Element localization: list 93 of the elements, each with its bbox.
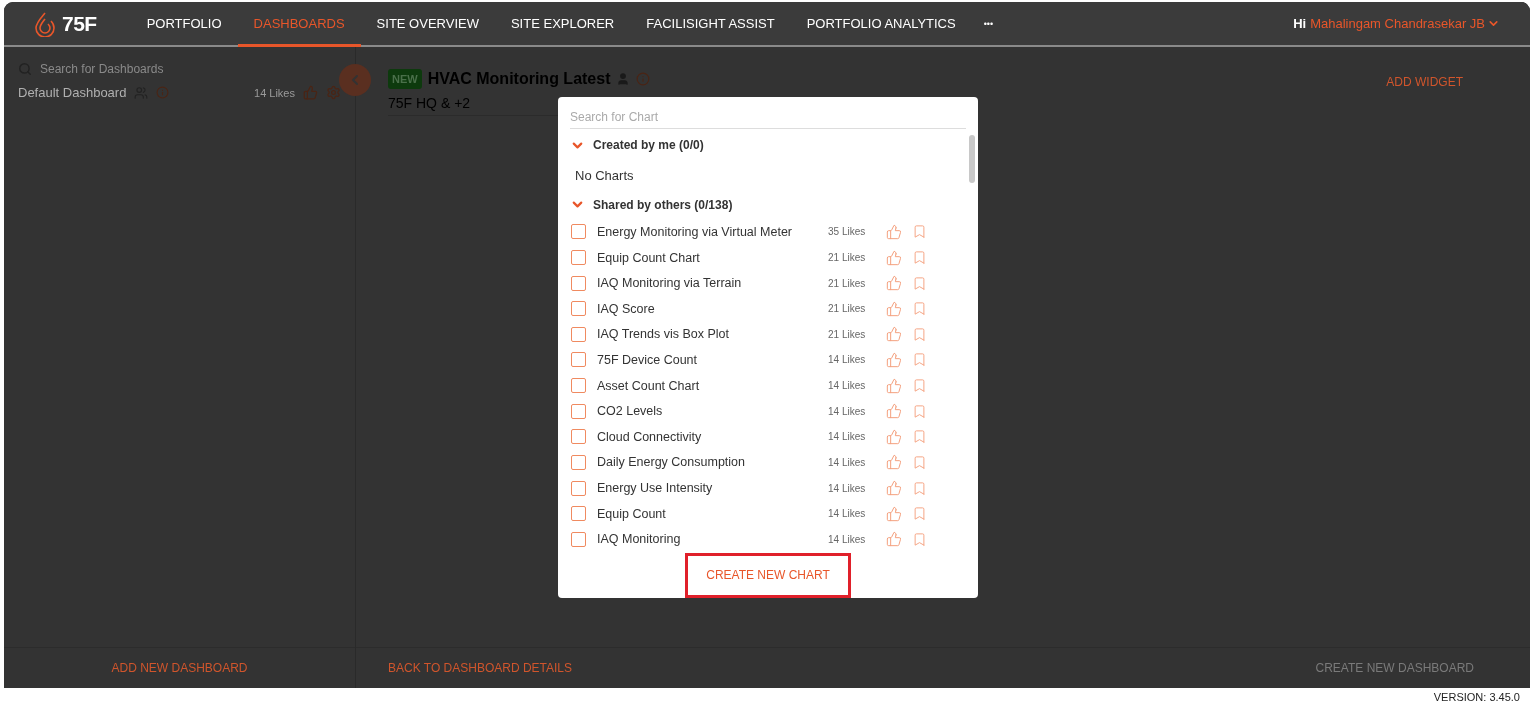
bookmark-icon[interactable] xyxy=(912,506,927,522)
chart-name: IAQ Trends vis Box Plot xyxy=(597,327,730,342)
create-chart-button[interactable]: CREATE NEW CHART xyxy=(685,552,851,598)
likes-count: 14 Likes xyxy=(828,380,867,392)
likes-count: 14 Likes xyxy=(828,431,867,443)
likes-count: 14 Likes xyxy=(828,533,867,545)
nav-tab[interactable]: SITE EXPLORER xyxy=(494,2,631,47)
checkbox[interactable] xyxy=(571,352,586,368)
bookmark-icon[interactable] xyxy=(912,224,927,240)
bookmark-icon[interactable] xyxy=(912,454,927,470)
bookmark-icon[interactable] xyxy=(912,403,927,419)
likes-count: 21 Likes xyxy=(828,277,867,289)
likes-count: 14 Likes xyxy=(828,456,867,468)
chart-name: CO2 Levels xyxy=(597,404,664,419)
add-widget-button[interactable]: ADD WIDGET xyxy=(1380,74,1469,90)
logo-text: 75F xyxy=(62,11,97,36)
thumbs-up-icon[interactable] xyxy=(886,531,902,548)
likes-count: 14 Likes xyxy=(254,86,295,99)
thumbs-up-icon[interactable] xyxy=(886,249,902,266)
nav-tab[interactable]: PORTFOLIO xyxy=(130,2,238,47)
checkbox[interactable] xyxy=(571,429,586,445)
bookmark-icon[interactable] xyxy=(912,429,927,445)
user-menu[interactable]: Mahalingam Chandrasekar JB xyxy=(1310,16,1500,31)
likes-count: 14 Likes xyxy=(828,508,867,520)
chart-name: Daily Energy Consumption xyxy=(597,455,746,470)
nav-tab[interactable]: DASHBOARDS xyxy=(237,2,361,47)
back-button[interactable]: BACK TO DASHBOARD DETAILS xyxy=(388,657,573,679)
bookmark-icon[interactable] xyxy=(912,326,927,342)
chart-name: IAQ Score xyxy=(597,301,656,316)
chart-name: IAQ Monitoring via Terrain xyxy=(597,276,743,291)
greeting-text: Hi xyxy=(1293,16,1307,31)
empty-message: No Charts xyxy=(574,166,635,185)
bookmark-icon[interactable] xyxy=(912,480,927,496)
likes-count: 35 Likes xyxy=(828,226,867,238)
likes-count: 14 Likes xyxy=(828,482,867,494)
checkbox[interactable] xyxy=(571,250,586,266)
likes-count: 21 Likes xyxy=(828,303,867,315)
info-icon xyxy=(156,86,170,99)
checkbox[interactable] xyxy=(571,454,586,470)
logo-icon xyxy=(34,10,56,37)
group-header[interactable]: Created by me (0/0) xyxy=(570,131,957,160)
bookmark-icon[interactable] xyxy=(912,301,927,317)
thumbs-up-icon[interactable] xyxy=(886,454,902,471)
chart-name: 75F Device Count xyxy=(597,352,699,367)
checkbox[interactable] xyxy=(571,506,586,522)
info-icon xyxy=(636,72,651,86)
checkbox[interactable] xyxy=(571,301,586,317)
chart-name: Asset Count Chart xyxy=(597,378,701,393)
bookmark-icon[interactable] xyxy=(912,352,927,368)
add-dashboard-button[interactable]: ADD NEW DASHBOARD xyxy=(111,657,248,679)
likes-count: 14 Likes xyxy=(828,405,867,417)
checkbox[interactable] xyxy=(571,403,586,419)
nav-tab[interactable]: FACILISIGHT ASSIST xyxy=(630,2,791,47)
checkbox[interactable] xyxy=(571,531,586,547)
checkbox[interactable] xyxy=(571,480,586,496)
bookmark-icon[interactable] xyxy=(912,378,927,394)
group-header[interactable]: Shared by others (0/138) xyxy=(570,190,957,220)
chart-name: Cloud Connectivity xyxy=(597,429,703,444)
bookmark-icon[interactable] xyxy=(912,531,927,547)
checkbox[interactable] xyxy=(571,378,586,394)
chart-name: Equip Count Chart xyxy=(597,250,701,265)
checkbox[interactable] xyxy=(571,275,586,291)
new-badge: NEW xyxy=(388,69,422,89)
dashboard-search-field[interactable]: Search for Dashboards xyxy=(38,61,242,77)
settings-icon[interactable] xyxy=(326,85,341,100)
thumbs-up-icon[interactable] xyxy=(886,351,902,368)
nav-tab[interactable]: SITE OVERVIEW xyxy=(360,2,495,47)
version-text: VERSION: 3.45.0 xyxy=(1432,689,1521,705)
thumbs-up-icon[interactable] xyxy=(886,480,902,496)
checkbox[interactable] xyxy=(571,224,586,240)
chart-name: Equip Count xyxy=(597,506,667,521)
thumbs-up-icon[interactable] xyxy=(886,326,902,343)
chart-name: Energy Monitoring via Virtual Meter xyxy=(597,224,793,239)
more-menu[interactable]: ••• xyxy=(971,2,1006,45)
bookmark-icon[interactable] xyxy=(912,250,927,266)
thumbs-up-icon[interactable] xyxy=(886,300,902,317)
chart-name: Energy Use Intensity xyxy=(597,481,714,495)
nav-tab[interactable]: PORTFOLIO ANALYTICS xyxy=(790,2,972,47)
user-icon xyxy=(616,72,631,86)
thumbs-up-icon[interactable] xyxy=(886,403,902,420)
thumbs-up-icon[interactable] xyxy=(886,275,902,292)
checkbox[interactable] xyxy=(571,326,586,342)
likes-count: 14 Likes xyxy=(828,354,867,366)
bookmark-icon[interactable] xyxy=(912,275,927,291)
thumbs-up-icon[interactable] xyxy=(303,85,318,100)
dashboard-name[interactable]: Default Dashboard xyxy=(18,85,127,100)
likes-count: 21 Likes xyxy=(828,328,867,340)
thumbs-up-icon[interactable] xyxy=(886,428,902,445)
thumbs-up-icon[interactable] xyxy=(886,505,902,522)
thumbs-up-icon[interactable] xyxy=(886,223,902,240)
chart-name: IAQ Monitoring xyxy=(597,532,682,547)
likes-count: 21 Likes xyxy=(828,252,867,264)
thumbs-up-icon[interactable] xyxy=(886,377,902,394)
